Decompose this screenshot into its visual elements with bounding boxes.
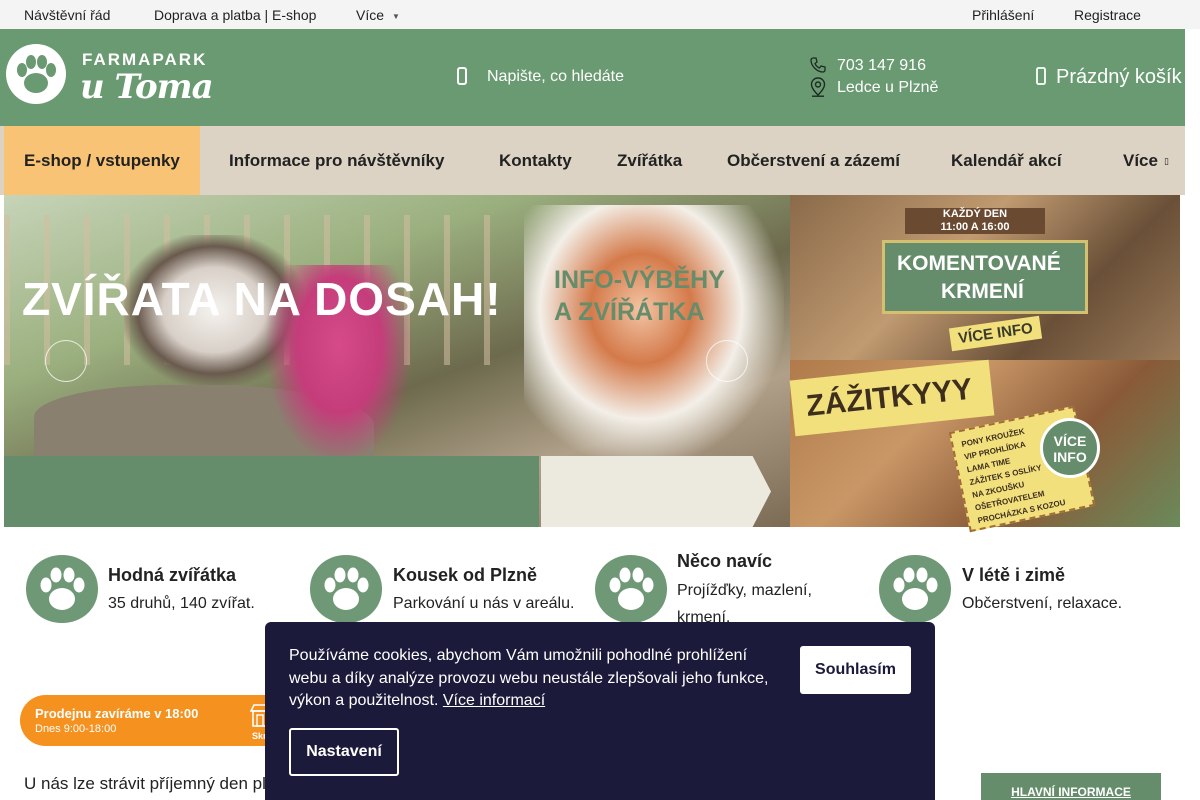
nav-item-events-calendar[interactable]: Kalendář akcí xyxy=(951,126,1062,195)
feeding-badge-line-1: KAŽDÝ DEN xyxy=(942,208,1008,220)
experiences-more-line-1: VÍCE xyxy=(1053,433,1087,449)
feeding-title-line-1: KOMENTOVANÉ xyxy=(897,252,1061,275)
feeding-badge-line-2: 11:00 A 16:00 xyxy=(940,221,1010,233)
feature-title: V létě i zimě xyxy=(962,565,1066,585)
nav-item-animals[interactable]: Zvířátka xyxy=(617,126,682,195)
main-navigation: E-shop / vstupenky Informace pro návštěv… xyxy=(0,126,1185,195)
opening-hours: Dnes 9:00-18:00 xyxy=(35,723,117,735)
paw-icon xyxy=(879,555,951,623)
visitor-rules-link[interactable]: Návštěvní řád xyxy=(24,7,110,23)
nav-item-visitor-info[interactable]: Informace pro návštěvníky xyxy=(229,126,444,195)
site-header: FARMAPARK u Toma Napište, co hledáte 703… xyxy=(0,29,1185,126)
hero-info-tag[interactable] xyxy=(541,456,771,527)
top-bar: Návštěvní řád Doprava a platba | E-shop … xyxy=(0,0,1200,29)
intro-text: U nás lze strávit příjemný den plný xyxy=(24,774,284,793)
paw-icon xyxy=(26,555,98,623)
feature-subtitle: Parkování u nás v areálu. xyxy=(393,595,575,612)
shipping-payment-link[interactable]: Doprava a platba | E-shop xyxy=(154,7,316,23)
nav-more-label: Více xyxy=(1123,151,1158,170)
nav-item-more[interactable]: Více ▯ xyxy=(1123,126,1169,195)
hero-info-line-1: INFO-VÝBĚHY xyxy=(554,266,725,294)
address-text: Ledce u Plzně xyxy=(837,79,939,96)
search-input[interactable]: Napište, co hledáte xyxy=(487,68,624,86)
feature-title: Hodná zvířátka xyxy=(108,565,237,585)
hero-carousel[interactable] xyxy=(4,195,790,527)
feeding-title-line-2: KRMENÍ xyxy=(941,280,1024,303)
feeding-time-badge: KAŽDÝ DEN 11:00 A 16:00 xyxy=(905,208,1045,234)
paw-icon xyxy=(595,555,667,623)
carousel-next-button[interactable] xyxy=(706,340,748,382)
feature-subtitle: Občerstvení, relaxace. xyxy=(962,595,1123,612)
feature-subtitle: 35 druhů, 140 zvířat. xyxy=(108,595,255,612)
topbar-more-label: Více xyxy=(356,7,385,23)
paw-icon xyxy=(310,555,382,623)
paw-logo-icon[interactable] xyxy=(4,43,68,105)
cookie-settings-button[interactable]: Nastavení xyxy=(289,728,399,776)
cookie-text: Používáme cookies, abychom Vám umožnili … xyxy=(289,645,779,713)
chevron-down-icon: ▯ xyxy=(1163,156,1169,167)
hero-title: ZVÍŘATA NA DOSAH! xyxy=(22,273,502,325)
experiences-more-line-2: INFO xyxy=(1053,449,1087,465)
feature-title: Kousek od Plzně xyxy=(393,565,538,585)
search-icon[interactable] xyxy=(455,66,469,86)
cart-button[interactable]: Prázdný košík xyxy=(1056,66,1182,89)
hero-title-strip xyxy=(4,456,539,527)
nav-item-contacts[interactable]: Kontakty xyxy=(499,126,572,195)
carousel-prev-button[interactable] xyxy=(45,340,87,382)
store-closing-notice[interactable]: Prodejnu zavíráme v 18:00 Dnes 9:00-18:0… xyxy=(20,695,300,746)
location-pin-icon xyxy=(810,77,826,97)
hero-info-line-2: A ZVÍŘÁTKA xyxy=(554,298,705,326)
cookie-accept-button[interactable]: Souhlasím xyxy=(800,646,911,694)
phone-icon xyxy=(810,57,826,73)
phone-number[interactable]: 703 147 916 xyxy=(837,57,926,75)
main-info-button[interactable]: HLAVNÍ INFORMACE xyxy=(981,773,1161,800)
login-link[interactable]: Přihlášení xyxy=(972,7,1034,23)
nav-item-eshop[interactable]: E-shop / vstupenky xyxy=(4,126,200,195)
cookie-consent-banner: Používáme cookies, abychom Vám umožnili … xyxy=(265,622,935,800)
chevron-down-icon: ▼ xyxy=(392,11,400,21)
nav-item-refreshments[interactable]: Občerstvení a zázemí xyxy=(727,126,900,195)
closing-title: Prodejnu zavíráme v 18:00 xyxy=(35,706,199,721)
cart-icon[interactable] xyxy=(1036,67,1046,85)
logo-text-u-toma[interactable]: u Toma xyxy=(80,67,214,107)
cookie-more-info-link[interactable]: Více informací xyxy=(443,692,545,709)
feature-title: Něco navíc xyxy=(677,551,773,571)
register-link[interactable]: Registrace xyxy=(1074,7,1141,23)
girl-with-rabbit-figure xyxy=(524,205,784,465)
topbar-more-menu[interactable]: Více ▼ xyxy=(356,7,400,23)
experiences-more-info-button[interactable]: VÍCE INFO xyxy=(1040,418,1100,478)
